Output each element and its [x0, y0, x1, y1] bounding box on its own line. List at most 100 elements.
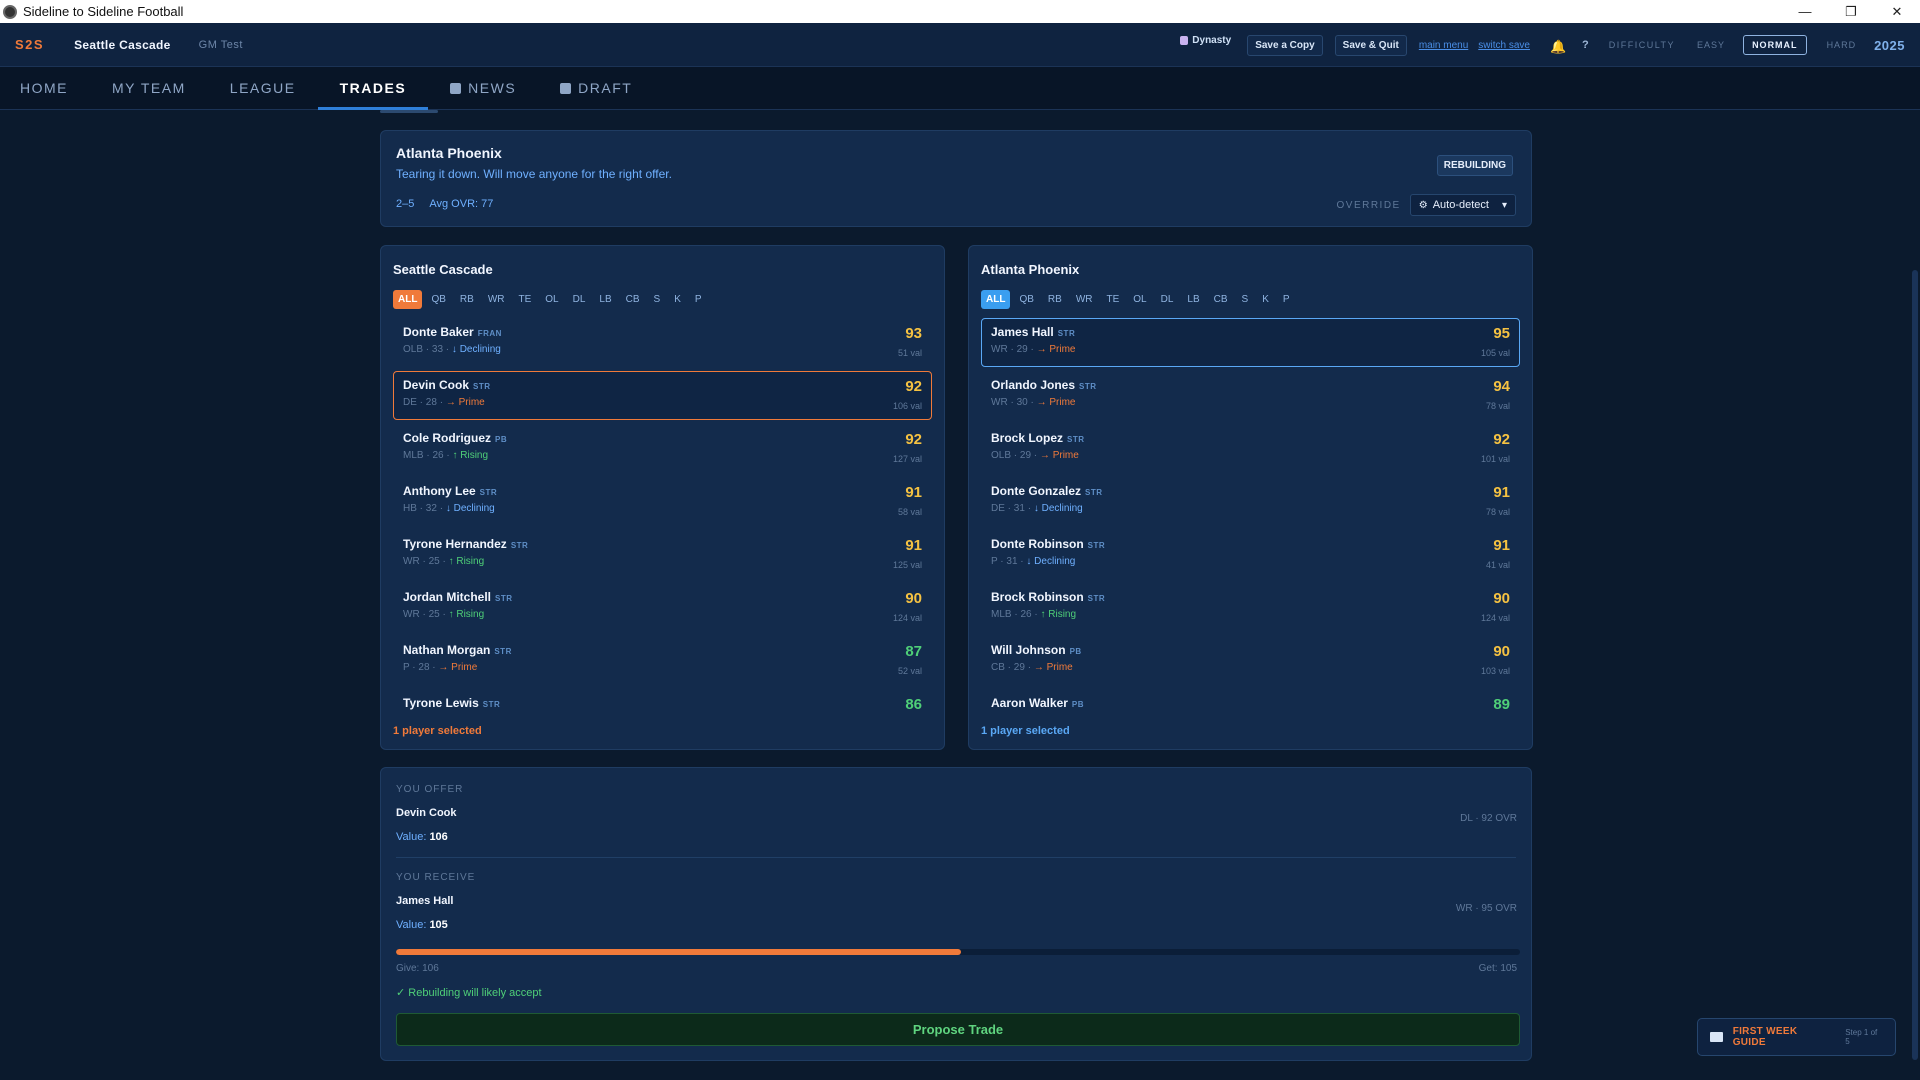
player-tag: STR: [1085, 488, 1103, 497]
difficulty-normal[interactable]: NORMAL: [1743, 35, 1807, 55]
player-row[interactable]: Tyrone Hernandez STR WR · 25 · ↑ Rising 91 1…: [393, 530, 932, 579]
tab-trades[interactable]: TRADES: [317, 67, 429, 110]
position-tab-ol[interactable]: OL: [540, 290, 563, 309]
position-filter: ALL QB RB WR TE OL DL LB CB S K P: [981, 290, 1520, 309]
position-tab-wr[interactable]: WR: [483, 290, 510, 309]
position-tab-p[interactable]: P: [1278, 290, 1295, 309]
tab-draft[interactable]: DRAFT: [538, 67, 654, 110]
position-tab-dl[interactable]: DL: [1156, 290, 1179, 309]
player-row[interactable]: Anthony Lee STR HB · 32 · ↓ Declining 91 58 …: [393, 477, 932, 526]
position-tab-qb[interactable]: QB: [426, 290, 450, 309]
player-value: 78 val: [1485, 507, 1510, 517]
season-year: 2025: [1874, 37, 1905, 53]
value-label: Value:: [396, 919, 427, 931]
player-list[interactable]: Donte Baker FRAN OLB · 33 · ↓ Declining 93 5…: [393, 318, 932, 720]
player-row[interactable]: Nathan Morgan STR P · 28 · → Prime 87 52 val: [393, 636, 932, 685]
help-button[interactable]: ?: [1582, 39, 1589, 51]
player-name: Donte Baker FRAN: [403, 325, 922, 339]
player-trend: ↑ Rising: [452, 450, 489, 461]
player-list[interactable]: James Hall STR WR · 29 · → Prime 95 105 val O…: [981, 318, 1520, 720]
player-name-text: Orlando Jones: [991, 378, 1076, 392]
player-row[interactable]: James Hall STR WR · 29 · → Prime 95 105 val: [981, 318, 1520, 367]
player-value: 78 val: [1485, 401, 1510, 411]
position-tab-dl[interactable]: DL: [568, 290, 591, 309]
player-position: WR: [403, 609, 420, 620]
position-tab-lb[interactable]: LB: [594, 290, 616, 309]
player-name: Tyrone Lewis STR: [403, 696, 922, 710]
player-row[interactable]: Donte Robinson STR P · 31 · ↓ Declining 91 4…: [981, 530, 1520, 579]
player-trend: → Prime: [445, 397, 485, 408]
partner-roster-panel: Atlanta Phoenix ALL QB RB WR TE OL DL LB CB S K P J…: [968, 245, 1533, 750]
player-name-text: Cole Rodriguez: [403, 431, 492, 445]
player-tag: STR: [1087, 594, 1106, 603]
offer-label: YOU OFFER: [396, 784, 464, 795]
player-age: 26: [432, 450, 444, 461]
player-age: 28: [425, 397, 437, 408]
player-row[interactable]: Orlando Jones STR WR · 30 · → Prime 94 78 va…: [981, 371, 1520, 420]
main-menu-link[interactable]: main menu: [1419, 40, 1468, 51]
switch-save-link[interactable]: switch save: [1478, 40, 1530, 51]
player-trend: ↓ Declining: [1033, 503, 1083, 514]
selected-count: 1 player selected: [981, 725, 1070, 737]
player-row[interactable]: Brock Lopez STR OLB · 29 · → Prime 92 101 va…: [981, 424, 1520, 473]
override-select[interactable]: ⚙ Auto-detect ▾: [1409, 194, 1516, 216]
position-tab-rb[interactable]: RB: [455, 290, 479, 309]
player-position: CB: [991, 662, 1005, 673]
tab-league[interactable]: LEAGUE: [208, 67, 318, 110]
restore-button[interactable]: ❐: [1828, 0, 1874, 23]
receive-value: Value: 105: [396, 919, 1516, 931]
player-trend: → Prime: [1033, 662, 1073, 673]
save-copy-button[interactable]: Save a Copy: [1247, 34, 1323, 56]
position-tab-k[interactable]: K: [669, 290, 686, 309]
player-row[interactable]: Cole Rodriguez PB MLB · 26 · ↑ Rising 92 127…: [393, 424, 932, 473]
player-row[interactable]: Donte Baker FRAN OLB · 33 · ↓ Declining 93 5…: [393, 318, 932, 367]
player-row[interactable]: Donte Gonzalez STR DE · 31 · ↓ Declining 91…: [981, 477, 1520, 526]
dynasty-indicator: Dynasty: [1180, 35, 1231, 46]
position-tab-s[interactable]: S: [1237, 290, 1254, 309]
position-tab-rb[interactable]: RB: [1043, 290, 1067, 309]
book-icon: [1710, 1032, 1723, 1042]
player-row[interactable]: Devin Cook STR DE · 28 · → Prime 92 106 val: [393, 371, 932, 420]
player-row[interactable]: Aaron Walker PB 89: [981, 689, 1520, 720]
player-row[interactable]: Jordan Mitchell STR WR · 25 · ↑ Rising 90 12…: [393, 583, 932, 632]
close-button[interactable]: ✕: [1874, 0, 1920, 23]
player-position: MLB: [403, 450, 424, 461]
difficulty-hard[interactable]: HARD: [1827, 40, 1857, 50]
minimize-button[interactable]: —: [1782, 0, 1828, 23]
player-row[interactable]: Brock Robinson STR MLB · 26 · ↑ Rising 90 12…: [981, 583, 1520, 632]
position-tab-qb[interactable]: QB: [1014, 290, 1038, 309]
position-tab-lb[interactable]: LB: [1182, 290, 1204, 309]
guide-step: Step 1 of 5: [1845, 1028, 1878, 1046]
position-tab-te[interactable]: TE: [513, 290, 536, 309]
page-scrollbar[interactable]: [1912, 270, 1918, 1060]
position-tab-te[interactable]: TE: [1101, 290, 1124, 309]
position-tab-p[interactable]: P: [690, 290, 707, 309]
position-tab-all[interactable]: ALL: [981, 290, 1011, 309]
position-tab-ol[interactable]: OL: [1128, 290, 1151, 309]
propose-trade-button[interactable]: Propose Trade: [396, 1013, 1520, 1046]
tab-home[interactable]: HOME: [0, 67, 90, 110]
player-age: 33: [431, 344, 444, 355]
player-row[interactable]: Tyrone Lewis STR 86: [393, 689, 932, 720]
player-name: Anthony Lee STR: [403, 484, 922, 498]
player-row[interactable]: Will Johnson PB CB · 29 · → Prime 90 103 val: [981, 636, 1520, 685]
save-quit-button[interactable]: Save & Quit: [1334, 34, 1407, 56]
player-name: Brock Lopez STR: [991, 431, 1510, 445]
position-tab-cb[interactable]: CB: [621, 290, 645, 309]
player-trend: ↑ Rising: [448, 556, 485, 567]
position-tab-cb[interactable]: CB: [1209, 290, 1233, 309]
logo[interactable]: S2S: [15, 37, 44, 52]
trade-balance-bar: [396, 949, 1520, 955]
clipboard-icon: [560, 82, 572, 94]
position-tab-wr[interactable]: WR: [1071, 290, 1098, 309]
position-tab-all[interactable]: ALL: [393, 290, 423, 309]
bell-icon[interactable]: 🔔: [1550, 39, 1566, 54]
my-roster-panel: Seattle Cascade ALL QB RB WR TE OL DL LB CB S K P D…: [380, 245, 945, 750]
tab-news[interactable]: NEWS: [428, 67, 538, 110]
player-position: OLB: [991, 450, 1012, 461]
first-week-guide[interactable]: FIRST WEEK GUIDE Step 1 of 5: [1697, 1018, 1896, 1056]
position-tab-s[interactable]: S: [649, 290, 666, 309]
tab-my-team[interactable]: MY TEAM: [90, 67, 208, 110]
position-tab-k[interactable]: K: [1257, 290, 1274, 309]
difficulty-easy[interactable]: EASY: [1697, 40, 1725, 50]
